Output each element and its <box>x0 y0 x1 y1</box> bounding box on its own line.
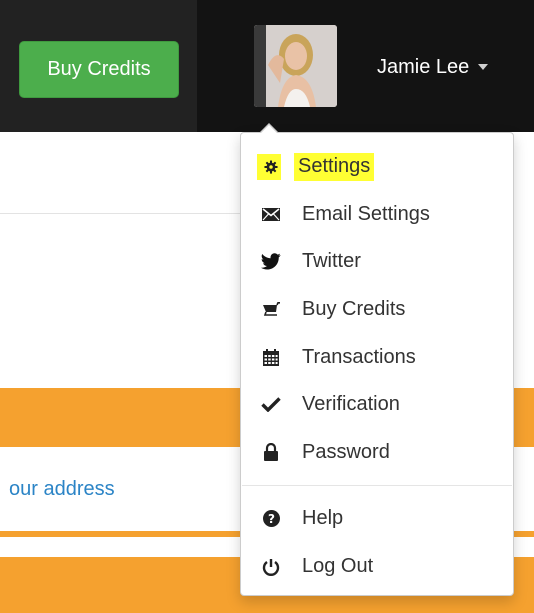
menu-item-help[interactable]: ? Help <box>241 495 513 543</box>
address-link[interactable]: our address <box>9 478 115 501</box>
menu-divider <box>242 485 512 487</box>
avatar-photo <box>254 25 337 107</box>
buy-credits-button[interactable]: Buy Credits <box>19 41 179 98</box>
menu-item-transactions[interactable]: Transactions <box>241 333 513 381</box>
subbar-divider <box>0 213 240 214</box>
cart-icon <box>261 300 281 320</box>
menu-item-twitter[interactable]: Twitter <box>241 238 513 286</box>
avatar[interactable] <box>254 25 337 107</box>
menu-item-label: Email Settings <box>302 202 430 225</box>
menu-item-label: Twitter <box>302 250 361 273</box>
user-dropdown-menu: Settings Email Settings Twitter Buy Cred… <box>240 123 514 596</box>
menu-item-buy-credits[interactable]: Buy Credits <box>241 286 513 334</box>
user-menu-toggle[interactable]: Jamie Lee <box>377 52 489 82</box>
gear-icon <box>257 153 281 180</box>
check-icon <box>261 395 281 415</box>
menu-item-log-out[interactable]: Log Out <box>241 543 513 591</box>
menu-item-label: Log Out <box>302 555 374 578</box>
calendar-icon <box>261 347 281 367</box>
menu-item-password[interactable]: Password <box>241 429 513 477</box>
menu-item-label: Help <box>302 507 344 530</box>
menu-item-label: Verification <box>302 393 400 416</box>
caret-down-icon <box>478 64 489 70</box>
svg-text:?: ? <box>268 512 275 526</box>
power-icon <box>261 557 281 577</box>
menu-item-label: Buy Credits <box>302 298 406 321</box>
menu-item-settings[interactable]: Settings <box>241 143 513 191</box>
menu-item-verification[interactable]: Verification <box>241 381 513 429</box>
menu-item-label: Settings <box>294 152 375 181</box>
menu-item-label: Transactions <box>302 345 416 368</box>
menu-item-email-settings[interactable]: Email Settings <box>241 191 513 239</box>
question-icon: ? <box>261 509 281 529</box>
envelope-icon <box>261 204 281 224</box>
user-name: Jamie Lee <box>377 55 470 78</box>
menu-item-label: Password <box>302 440 390 463</box>
twitter-icon <box>261 252 281 272</box>
lock-icon <box>261 442 281 462</box>
